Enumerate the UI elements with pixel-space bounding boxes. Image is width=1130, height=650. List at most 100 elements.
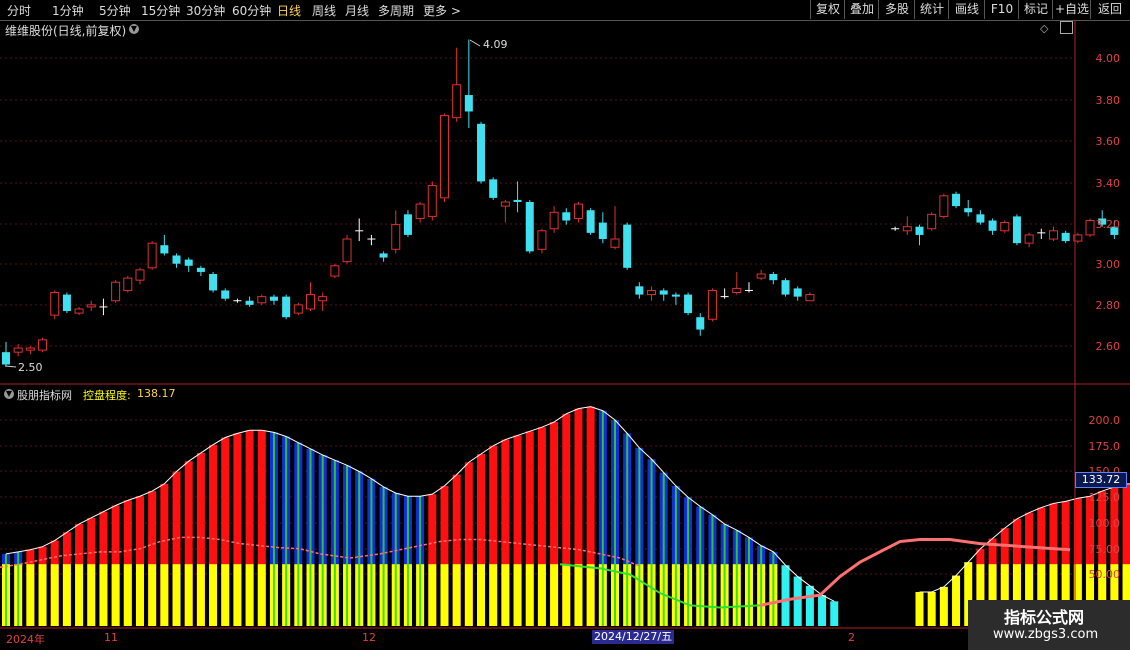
indicator-base-bar <box>489 564 498 626</box>
candle-body <box>13 347 23 353</box>
candle-body <box>586 210 595 233</box>
indicator-label: 控盘程度: <box>83 389 131 402</box>
indicator-base-bar <box>99 564 108 626</box>
indicator-chevron-icon[interactable]: ▼ <box>4 389 14 399</box>
candle-body <box>2 352 10 365</box>
indicator-base-bar <box>221 564 230 626</box>
indicator-base-stripe <box>17 564 20 626</box>
indicator-base-stripe <box>614 564 616 626</box>
indicator-bars <box>2 406 1130 626</box>
candle-body <box>684 294 693 314</box>
indicator-base-stripe <box>346 564 349 626</box>
candle-body <box>659 290 668 295</box>
candle-body <box>513 199 522 202</box>
candle-body <box>196 267 205 272</box>
candle-body <box>86 304 96 308</box>
candle-body <box>464 95 473 112</box>
indicator-bar-stripe <box>333 460 336 565</box>
indicator-base-bar <box>111 564 120 626</box>
indicator-base-bar <box>525 564 534 626</box>
indicator-base-bar <box>440 564 449 626</box>
indicator-base-stripe <box>382 564 385 626</box>
indicator-base-bar <box>428 564 437 626</box>
candle-body <box>902 226 912 232</box>
indicator-bar <box>830 601 839 626</box>
candle-body <box>62 294 71 312</box>
candle-body <box>123 277 133 291</box>
indicator-bar-stripe <box>760 545 763 565</box>
candle-body <box>160 245 169 254</box>
indicator-bar <box>939 586 948 626</box>
candle-body <box>452 84 462 119</box>
candle-body <box>732 287 742 294</box>
indicator-bar-stripe <box>382 486 385 565</box>
indicator-base-stripe <box>321 564 324 626</box>
indicator-base-bar <box>160 564 169 626</box>
indicator-bar-stripe <box>17 551 20 565</box>
indicator-bar-stripe <box>687 497 690 565</box>
candle-body <box>330 265 340 277</box>
indicator-base-bar <box>135 564 144 626</box>
candle-body <box>1024 234 1034 244</box>
indicator-base-bar <box>452 564 461 626</box>
candle-body <box>610 238 620 248</box>
indicator-bar <box>952 575 961 626</box>
candle-body <box>647 289 657 296</box>
candle-body <box>269 296 278 301</box>
candle-body <box>623 224 632 268</box>
indicator-base-stripe <box>419 564 422 626</box>
candle-body <box>1000 222 1010 232</box>
candle-body <box>939 195 949 217</box>
candle-body <box>306 294 315 310</box>
candle-body <box>489 179 498 198</box>
candle-body <box>598 222 607 240</box>
indicator-bar-stripe <box>419 496 422 565</box>
indicator-base-bar <box>209 564 218 626</box>
indicator-bar-stripe <box>321 455 324 565</box>
indicator-bar-stripe <box>272 432 275 565</box>
indicator-base-bar <box>87 564 96 626</box>
indicator-base-stripe <box>735 564 738 626</box>
indicator-base-bar <box>50 564 59 626</box>
indicator-bar <box>818 595 827 626</box>
indicator-bar-stripe <box>747 537 750 565</box>
indicator-bar-stripe <box>5 553 7 565</box>
candle-body <box>915 226 924 235</box>
indicator-base-stripe <box>309 564 312 626</box>
price-tick: 3.60 <box>1095 135 1121 148</box>
candle-body <box>379 253 388 258</box>
candle-body <box>964 208 973 213</box>
candle-body <box>111 281 121 302</box>
candle-body <box>257 296 267 304</box>
indicator-base-bar <box>123 564 132 626</box>
indicator-bar-stripe <box>285 436 288 565</box>
watermark-title: 指标公式网 <box>1004 608 1085 627</box>
candle-body <box>282 296 291 318</box>
indicator-base-bar <box>562 564 571 626</box>
candle-body <box>172 255 181 264</box>
kline-chart <box>0 20 1130 630</box>
candle-body <box>403 214 412 235</box>
indicator-bar-stripe <box>309 448 312 565</box>
indicator-bar-stripe <box>370 478 373 565</box>
candle-body <box>50 292 60 316</box>
candle-body <box>549 211 559 230</box>
indicator-bar <box>805 585 814 626</box>
indicator-bar-stripe <box>346 465 349 565</box>
indicator-base-stripe <box>674 564 677 626</box>
candle-body <box>342 238 352 263</box>
price-tick: 2.80 <box>1095 299 1121 312</box>
indicator-bar-stripe <box>394 493 397 565</box>
indicator-base-stripe <box>699 564 702 626</box>
current-value-badge: 133.72 <box>1075 472 1127 488</box>
indicator-base-stripe <box>272 564 275 626</box>
low-marker <box>4 365 17 368</box>
indicator-base-stripe <box>650 564 653 626</box>
indicator-base-bar <box>513 564 522 626</box>
candle-body <box>1061 232 1070 242</box>
indicator-base-bar <box>26 564 35 626</box>
candle-body <box>415 203 425 219</box>
indicator-bar <box>793 576 802 626</box>
indicator-base-bar <box>184 564 193 626</box>
indicator-base-bar <box>537 564 546 626</box>
